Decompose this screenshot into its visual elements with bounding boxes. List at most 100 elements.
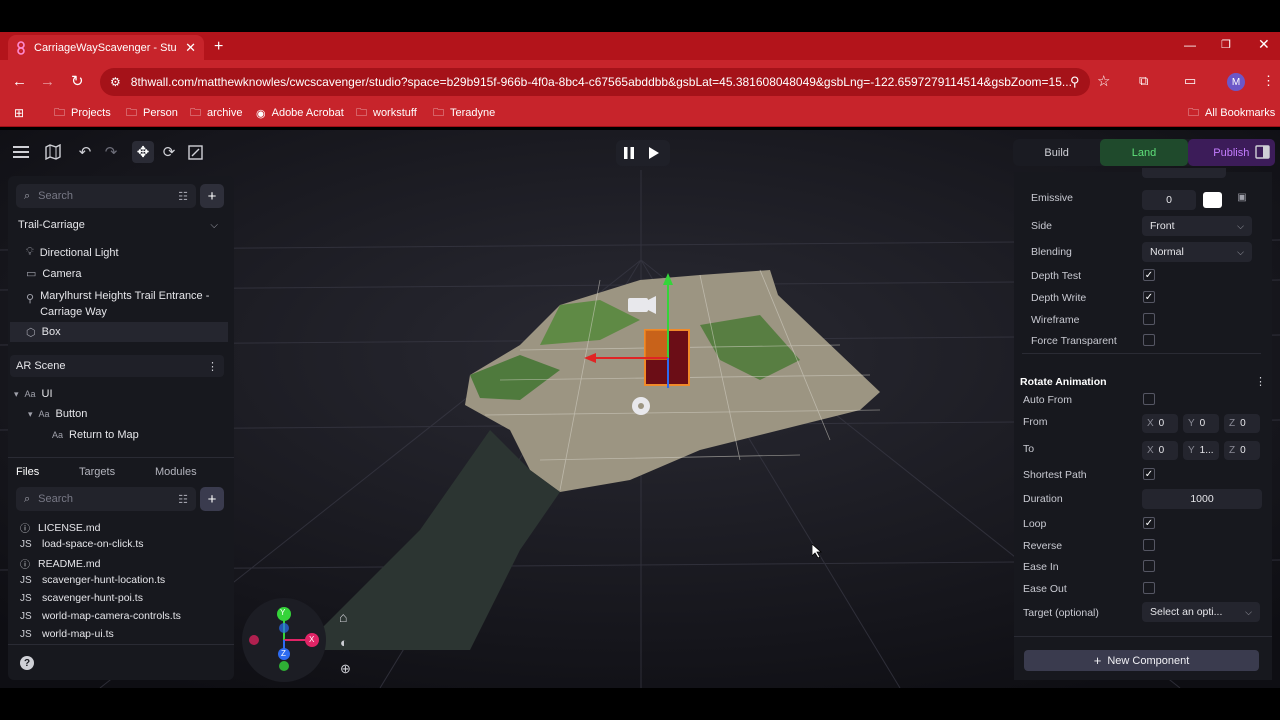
profile-avatar[interactable]: M <box>1227 73 1245 91</box>
tree-item-button[interactable]: ▾ Aa Button <box>28 408 87 420</box>
file-world-map-ui[interactable]: JS world-map-ui.ts <box>20 628 114 640</box>
map-icon[interactable] <box>42 141 64 163</box>
emissive-color-swatch[interactable] <box>1203 192 1222 208</box>
new-tab-icon[interactable]: + <box>214 38 223 56</box>
mode-build[interactable]: Build <box>1013 139 1100 166</box>
add-object-button[interactable]: + <box>200 184 224 208</box>
redo-icon[interactable]: ↷ <box>100 141 122 163</box>
ease-out-label: Ease Out <box>1023 583 1067 595</box>
reload-icon[interactable]: ↻ <box>71 72 84 90</box>
tree-item-directional-light[interactable]: 💡︎ Directional Light <box>26 246 119 259</box>
mode-land[interactable]: Land <box>1100 139 1188 166</box>
file-world-map-camera-controls[interactable]: JS world-map-camera-controls.ts <box>20 610 181 622</box>
to-z-input[interactable]: Z0 <box>1224 441 1260 460</box>
url-field[interactable]: ⚙ 8thwall.com/matthewknowles/cwcscavenge… <box>100 68 1090 96</box>
orientation-gizmo[interactable]: Y X Z <box>242 598 326 682</box>
tab-files[interactable]: Files <box>16 466 39 478</box>
axis-z: Z <box>1229 418 1236 429</box>
tree-item-location[interactable]: ⚲ Marylhurst Heights Trail Entrance - Ca… <box>26 288 216 320</box>
to-x-input[interactable]: X0 <box>1142 441 1178 460</box>
duration-input[interactable]: 1000 <box>1142 489 1262 509</box>
location-icon[interactable]: ⚲ <box>1070 74 1080 90</box>
close-tab-icon[interactable]: ✕ <box>185 40 196 56</box>
restore-icon[interactable]: ❐ <box>1221 38 1231 51</box>
search-icon: ⌕ <box>24 189 31 202</box>
ar-scene-header[interactable]: AR Scene ⋮ <box>10 355 224 377</box>
globe-icon[interactable]: ⊕ <box>340 661 351 677</box>
blending-select[interactable]: Normal ⌵ <box>1142 242 1252 262</box>
bookmark-teradyne[interactable]: 🗀 Teradyne <box>433 104 495 122</box>
shortest-path-checkbox[interactable]: ✓ <box>1143 468 1155 480</box>
rotate-tool-icon[interactable]: ⟳ <box>158 141 180 163</box>
bookmark-star-icon[interactable]: ☆ <box>1097 72 1110 90</box>
filter-icon[interactable]: ☷ <box>178 493 188 506</box>
forward-icon[interactable]: → <box>40 73 55 90</box>
tab-modules[interactable]: Modules <box>155 466 197 478</box>
divider <box>8 457 234 458</box>
cast-icon[interactable]: ▭ <box>1184 73 1196 89</box>
filter-icon[interactable]: ☷ <box>178 190 188 203</box>
help-icon[interactable]: ? <box>20 656 34 670</box>
hierarchy-search-input[interactable]: ⌕ Search ☷ <box>16 184 196 208</box>
scale-tool-icon[interactable] <box>184 141 206 163</box>
move-tool-icon[interactable]: ✥ <box>132 141 154 163</box>
side-select[interactable]: Front ⌵ <box>1142 216 1252 236</box>
home-view-icon[interactable]: ⌂ <box>339 609 347 625</box>
site-info-icon[interactable]: ⚙ <box>110 75 121 89</box>
bookmark-adobe-acrobat[interactable]: ◉ Adobe Acrobat <box>256 104 344 122</box>
add-file-button[interactable]: + <box>200 487 224 511</box>
depth-write-checkbox[interactable]: ✓ <box>1143 291 1155 303</box>
lighting-toggle-icon[interactable]: ◐ <box>340 635 348 650</box>
tree-item-return-to-map[interactable]: Aa Return to Map <box>52 429 139 441</box>
extensions-icon[interactable]: ⧉ <box>1139 73 1148 89</box>
tree-item-ui[interactable]: ▾ Aa UI <box>14 388 53 400</box>
scene-dropdown[interactable]: Trail-Carriage ⌵ <box>12 214 224 236</box>
panel-toggle-icon[interactable] <box>1255 145 1270 159</box>
force-transparent-checkbox[interactable] <box>1143 334 1155 346</box>
auto-from-checkbox[interactable] <box>1143 393 1155 405</box>
file-license[interactable]: ⓘ LICENSE.md <box>20 520 100 536</box>
files-search-input[interactable]: ⌕ Search ☷ <box>16 487 196 511</box>
bookmark-workstuff[interactable]: 🗀 workstuff <box>356 104 417 122</box>
minimize-icon[interactable]: — <box>1184 38 1196 52</box>
bookmark-archive[interactable]: 🗀 archive <box>190 104 242 122</box>
component-menu-icon[interactable]: ⋮ <box>1255 375 1266 388</box>
more-options-icon[interactable]: ⋮ <box>207 360 218 373</box>
from-z-input[interactable]: Z0 <box>1224 414 1260 433</box>
undo-icon[interactable]: ↶ <box>74 141 96 163</box>
from-y-input[interactable]: Y0 <box>1183 414 1219 433</box>
image-icon[interactable]: ▣ <box>1233 192 1251 208</box>
back-icon[interactable]: ← <box>12 73 27 90</box>
apps-grid-icon[interactable]: ⊞ <box>14 106 24 120</box>
bookmark-projects[interactable]: 🗀 Projects <box>54 104 111 122</box>
from-x-input[interactable]: X0 <box>1142 414 1178 433</box>
menu-icon[interactable] <box>10 141 32 163</box>
tab-targets[interactable]: Targets <box>79 466 115 478</box>
ease-out-checkbox[interactable] <box>1143 582 1155 594</box>
loop-checkbox[interactable]: ✓ <box>1143 517 1155 529</box>
file-scavenger-hunt-poi[interactable]: JS scavenger-hunt-poi.ts <box>20 592 143 604</box>
play-icon[interactable] <box>648 146 660 160</box>
wireframe-checkbox[interactable] <box>1143 313 1155 325</box>
target-select[interactable]: Select an opti... ⌵ <box>1142 602 1260 622</box>
pause-icon[interactable] <box>623 146 635 160</box>
bookmark-person[interactable]: 🗀 Person <box>126 104 178 122</box>
to-y-input[interactable]: Y 1... <box>1183 441 1219 460</box>
gizmo-z-label: Z <box>281 649 286 658</box>
close-window-icon[interactable]: ✕ <box>1258 36 1270 53</box>
file-load-space-on-click[interactable]: JS load-space-on-click.ts <box>20 538 144 550</box>
emissive-input[interactable]: 0 <box>1142 190 1196 210</box>
all-bookmarks[interactable]: 🗀 All Bookmarks <box>1188 104 1275 122</box>
file-readme[interactable]: ⓘ README.md <box>20 556 100 572</box>
tree-item-camera[interactable]: ▭ Camera <box>26 267 82 281</box>
ease-in-checkbox[interactable] <box>1143 560 1155 572</box>
browser-menu-icon[interactable]: ⋮ <box>1262 73 1275 89</box>
file-scavenger-hunt-location[interactable]: JS scavenger-hunt-location.ts <box>20 574 165 586</box>
info-icon: ⓘ <box>20 560 30 571</box>
reverse-checkbox[interactable] <box>1143 539 1155 551</box>
depth-test-checkbox[interactable]: ✓ <box>1143 269 1155 281</box>
new-component-button[interactable]: + New Component <box>1024 650 1259 671</box>
tree-item-box[interactable]: ⬡ Box <box>10 322 228 342</box>
partial-field[interactable] <box>1142 168 1226 178</box>
browser-tab[interactable]: CarriageWayScavenger - Studio ✕ <box>8 35 204 60</box>
